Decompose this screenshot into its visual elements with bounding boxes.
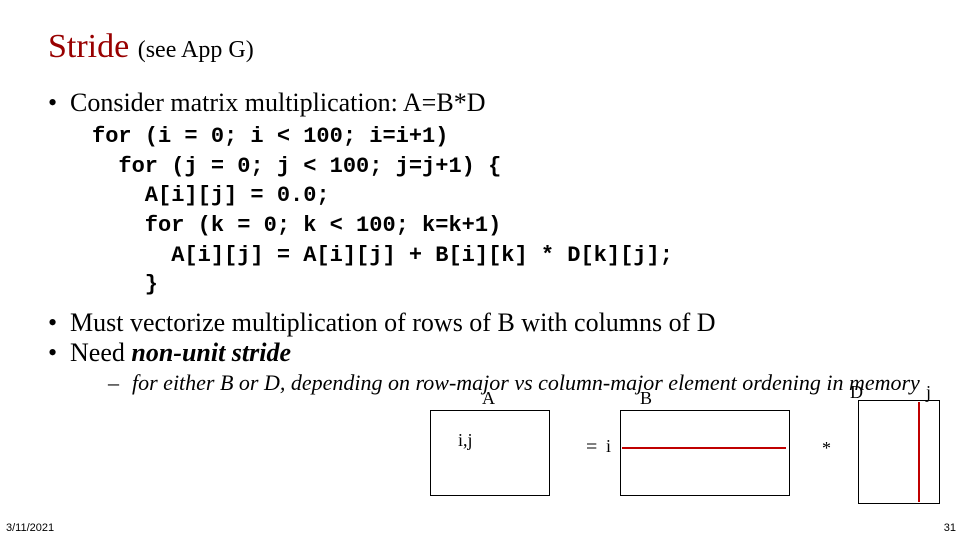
bullet-2: • Must vectorize multiplication of rows … bbox=[48, 308, 928, 338]
slide-title: Stride (see App G) bbox=[48, 28, 254, 66]
footer-date: 3/11/2021 bbox=[6, 522, 54, 534]
bullet-3-text: Need non-unit stride bbox=[70, 338, 291, 368]
label-B: B bbox=[640, 388, 652, 409]
row-highlight bbox=[622, 447, 786, 449]
title-sub: (see App G) bbox=[138, 37, 254, 63]
equals-sign: = bbox=[586, 436, 597, 459]
matrix-A bbox=[430, 410, 550, 496]
bullet-1-text: Consider matrix multiplication: A=B*D bbox=[70, 88, 485, 118]
bullet-3-prefix: Need bbox=[70, 338, 131, 367]
dash-icon: – bbox=[108, 370, 132, 396]
bullet-dot: • bbox=[48, 340, 70, 366]
footer-page: 31 bbox=[944, 522, 956, 534]
body: • Consider matrix multiplication: A=B*D … bbox=[48, 88, 928, 396]
matrix-B bbox=[620, 410, 790, 496]
label-A: A bbox=[482, 388, 495, 409]
slide: Stride (see App G) • Consider matrix mul… bbox=[0, 0, 960, 540]
multiply-sign: * bbox=[822, 438, 831, 459]
label-i: i bbox=[606, 436, 611, 457]
bullet-1: • Consider matrix multiplication: A=B*D bbox=[48, 88, 928, 118]
matrix-D bbox=[858, 400, 940, 504]
bullet-dot: • bbox=[48, 90, 70, 116]
sub-bullet-text: for either B or D, depending on row-majo… bbox=[132, 370, 920, 396]
title-main: Stride bbox=[48, 28, 129, 65]
bullet-3: • Need non-unit stride bbox=[48, 338, 928, 368]
code-block: for (i = 0; i < 100; i=i+1) for (j = 0; … bbox=[92, 122, 928, 300]
sub-bullet: – for either B or D, depending on row-ma… bbox=[108, 370, 928, 396]
bullet-2-text: Must vectorize multiplication of rows of… bbox=[70, 308, 716, 338]
bullet-3-em: non-unit stride bbox=[131, 338, 291, 367]
label-ij: i,j bbox=[458, 430, 473, 451]
bullet-dot: • bbox=[48, 310, 70, 336]
matrix-diagram: A i,j = i B * D j bbox=[430, 402, 950, 532]
column-highlight bbox=[918, 402, 920, 502]
